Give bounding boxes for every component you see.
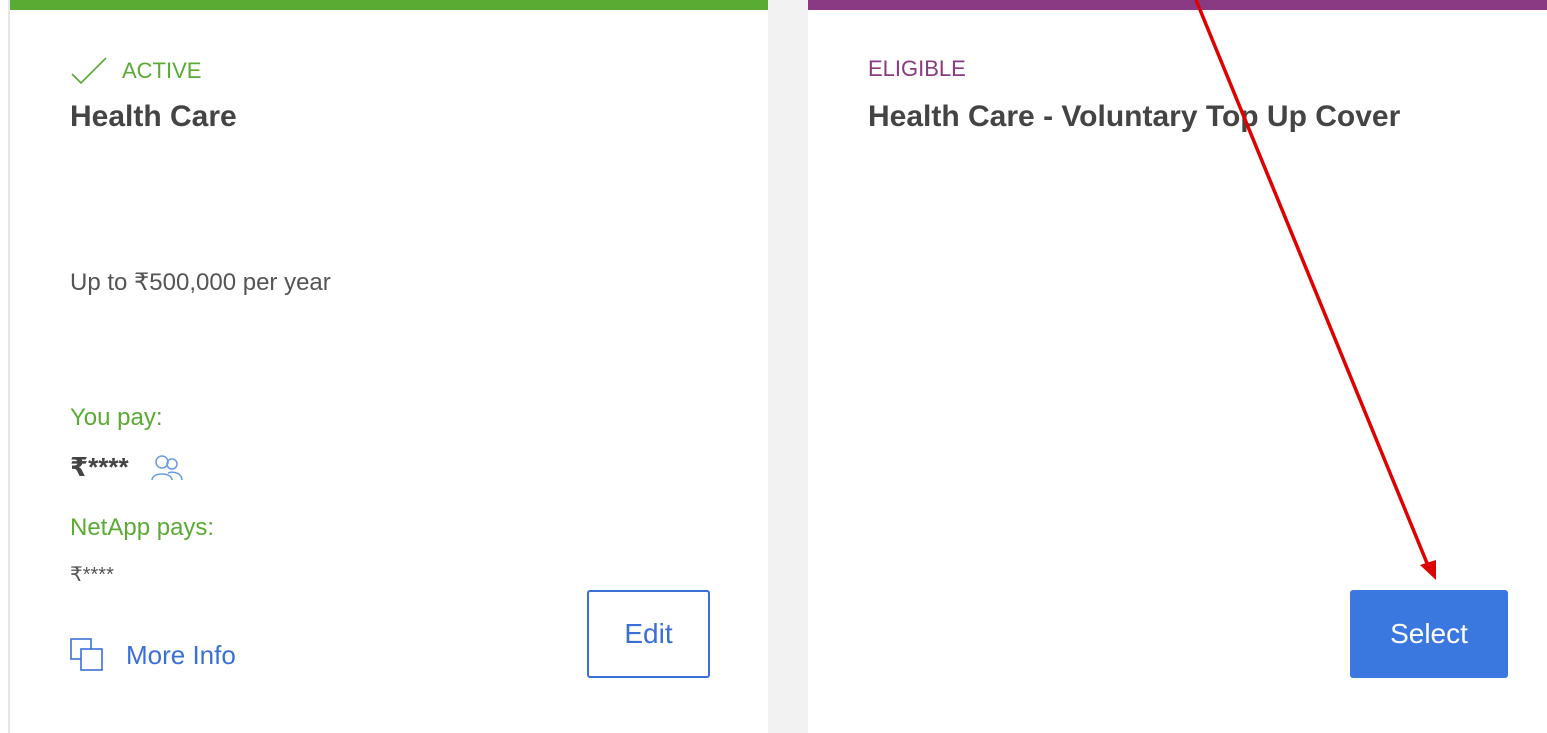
plan-title: Health Care - Voluntary Top Up Cover xyxy=(868,100,1401,133)
plan-title: Health Care xyxy=(70,100,237,133)
more-info-link[interactable]: More Info xyxy=(70,638,236,672)
plan-status: ACTIVE xyxy=(70,56,201,86)
employer-pays-label: NetApp pays: xyxy=(70,514,215,541)
employer-pays-value: ₹**** xyxy=(70,564,114,586)
plan-card-voluntary-top-up: ELIGIBLE Health Care - Voluntary Top Up … xyxy=(808,0,1547,733)
coverage-amount: Up to ₹500,000 per year xyxy=(70,269,331,296)
select-button[interactable]: Select xyxy=(1350,590,1508,678)
plan-card-health-care: ACTIVE Health Care Up to ₹500,000 per ye… xyxy=(10,0,768,733)
people-icon[interactable] xyxy=(150,453,183,483)
more-info-label[interactable]: More Info xyxy=(126,640,236,671)
benefits-page: ACTIVE Health Care Up to ₹500,000 per ye… xyxy=(0,0,1547,733)
copy-icon xyxy=(70,638,103,671)
edit-button[interactable]: Edit xyxy=(587,590,710,678)
page-left-edge xyxy=(0,0,10,733)
you-pay-label: You pay: xyxy=(70,404,163,431)
you-pay-row: ₹**** xyxy=(70,452,183,483)
you-pay-value: ₹**** xyxy=(70,452,129,482)
plan-status-label: ELIGIBLE xyxy=(868,56,966,81)
plan-status-label: ACTIVE xyxy=(122,58,202,83)
checkmark-icon xyxy=(71,57,107,85)
